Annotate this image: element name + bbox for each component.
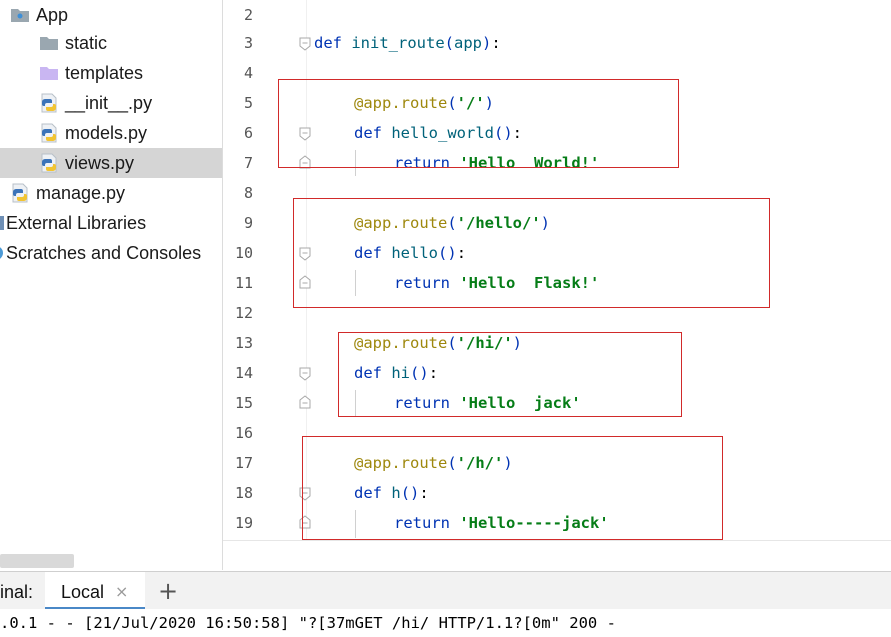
tab-local[interactable]: Local × — [45, 572, 145, 610]
line-number: 19 — [234, 514, 253, 532]
line-number: 10 — [234, 244, 253, 262]
code-paren: ( — [444, 34, 455, 52]
line-number: 6 — [243, 124, 253, 142]
python-file-icon — [39, 93, 59, 113]
code-function-name: init_route — [351, 34, 445, 52]
tree-item-label: views.py — [65, 152, 135, 173]
fold-start-icon[interactable] — [299, 37, 311, 51]
horizontal-scrollbar[interactable] — [0, 554, 74, 568]
line-number: 7 — [243, 154, 253, 172]
terminal-tab-bar: inal: Local × + — [0, 571, 891, 610]
tree-item-init-py[interactable]: __init__.py — [0, 88, 222, 118]
terminal-output[interactable]: .0.1 - - [21/Jul/2020 16:50:58] "?[37mGE… — [0, 609, 891, 637]
tree-item-models-py[interactable]: models.py — [0, 118, 222, 148]
tree-item-manage-py[interactable]: manage.py — [0, 178, 222, 208]
tree-item-label: App — [36, 4, 69, 25]
tree-item-external-libraries[interactable]: External Libraries — [0, 208, 222, 238]
fold-end-icon[interactable] — [299, 395, 311, 409]
code-param: app — [454, 34, 483, 52]
folder-icon — [10, 5, 30, 25]
fold-start-icon[interactable] — [299, 367, 311, 381]
library-icon — [0, 213, 5, 233]
code-line-3[interactable]: def init_route(app): — [314, 28, 501, 58]
line-number: 14 — [234, 364, 253, 382]
tree-item-label: manage.py — [36, 182, 126, 203]
line-number: 12 — [234, 304, 253, 322]
folder-icon — [39, 33, 59, 53]
annotation-box — [302, 436, 723, 540]
line-number: 8 — [243, 184, 253, 202]
tree-item-views-py[interactable]: views.py — [0, 148, 222, 178]
python-file-icon — [39, 153, 59, 173]
terminal-log-line: .0.1 - - [21/Jul/2020 16:50:58] "?[37mGE… — [0, 614, 616, 632]
line-number: 5 — [243, 94, 253, 112]
tree-item-label: __init__.py — [65, 92, 153, 113]
line-number: 9 — [243, 214, 253, 232]
line-number: 17 — [234, 454, 253, 472]
tree-item-static[interactable]: static — [0, 28, 222, 58]
plus-icon[interactable]: + — [158, 572, 178, 610]
python-file-icon — [10, 183, 30, 203]
tree-item-label: models.py — [65, 122, 148, 143]
tree-item-scratches-and-consoles[interactable]: Scratches and Consoles — [0, 238, 222, 268]
line-number: 18 — [234, 484, 253, 502]
tree-item-label: Scratches and Consoles — [6, 242, 202, 263]
line-number: 11 — [234, 274, 253, 292]
line-number: 15 — [234, 394, 253, 412]
scratches-icon — [0, 243, 5, 263]
line-number: 4 — [243, 64, 253, 82]
editor-bottom-divider — [223, 540, 891, 541]
tree-item-templates[interactable]: templates — [0, 58, 222, 88]
annotation-box — [278, 79, 679, 168]
project-tree-panel: App static templates __init__.py models.… — [0, 0, 223, 570]
close-icon[interactable]: × — [115, 572, 128, 612]
code-colon: : — [491, 34, 501, 52]
line-number: 2 — [243, 6, 253, 24]
line-number: 13 — [234, 334, 253, 352]
line-number: 16 — [234, 424, 253, 442]
tree-item-label: static — [65, 32, 108, 53]
tree-item-label: templates — [65, 62, 144, 83]
line-number: 3 — [243, 34, 253, 52]
tab-label: Local — [61, 582, 105, 602]
templates-folder-icon — [39, 63, 59, 83]
annotation-box — [293, 198, 770, 308]
tree-item-app[interactable]: App — [0, 0, 222, 30]
annotation-box — [338, 332, 682, 417]
python-file-icon — [39, 123, 59, 143]
code-keyword: def — [314, 34, 342, 52]
code-paren: ) — [482, 34, 492, 52]
code-editor[interactable]: 2 3 4 5 6 7 8 9 10 11 12 13 14 15 16 17 … — [223, 0, 891, 570]
terminal-panel-label: inal: — [0, 582, 34, 602]
tree-item-label: External Libraries — [6, 212, 147, 233]
